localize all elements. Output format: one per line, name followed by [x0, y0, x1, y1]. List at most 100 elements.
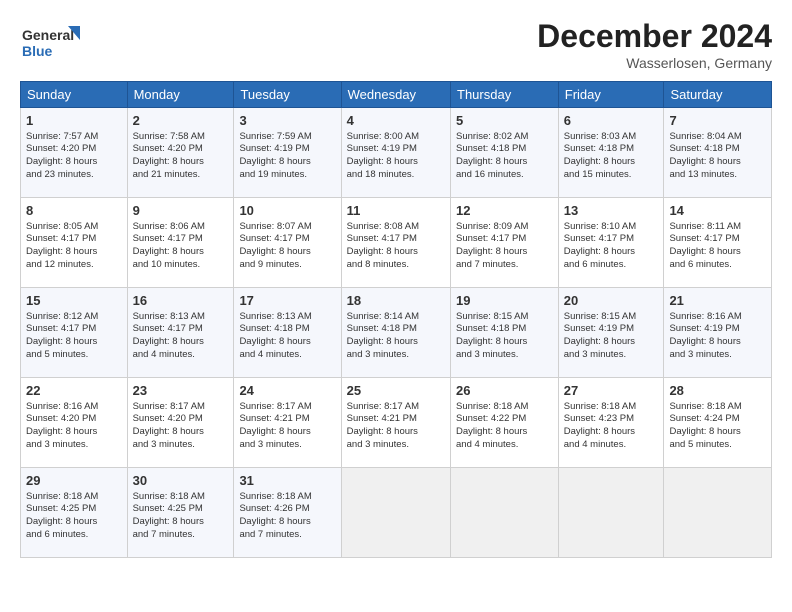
- calendar-cell: 18Sunrise: 8:14 AM Sunset: 4:18 PM Dayli…: [341, 288, 450, 378]
- day-number: 5: [456, 112, 553, 130]
- day-info: Sunrise: 8:15 AM Sunset: 4:18 PM Dayligh…: [456, 311, 553, 362]
- svg-text:Blue: Blue: [22, 43, 53, 59]
- calendar-cell: 29Sunrise: 8:18 AM Sunset: 4:25 PM Dayli…: [21, 468, 128, 558]
- day-info: Sunrise: 8:18 AM Sunset: 4:24 PM Dayligh…: [669, 401, 766, 452]
- day-info: Sunrise: 8:03 AM Sunset: 4:18 PM Dayligh…: [564, 131, 659, 182]
- calendar-cell: 23Sunrise: 8:17 AM Sunset: 4:20 PM Dayli…: [127, 378, 234, 468]
- calendar-cell: 9Sunrise: 8:06 AM Sunset: 4:17 PM Daylig…: [127, 198, 234, 288]
- calendar-cell: [451, 468, 559, 558]
- calendar-cell: 11Sunrise: 8:08 AM Sunset: 4:17 PM Dayli…: [341, 198, 450, 288]
- calendar-cell: 14Sunrise: 8:11 AM Sunset: 4:17 PM Dayli…: [664, 198, 772, 288]
- page: General Blue December 2024 Wasserlosen, …: [0, 0, 792, 612]
- calendar-cell: 13Sunrise: 8:10 AM Sunset: 4:17 PM Dayli…: [558, 198, 664, 288]
- day-info: Sunrise: 8:16 AM Sunset: 4:20 PM Dayligh…: [26, 401, 122, 452]
- day-info: Sunrise: 8:08 AM Sunset: 4:17 PM Dayligh…: [347, 221, 445, 272]
- day-info: Sunrise: 8:12 AM Sunset: 4:17 PM Dayligh…: [26, 311, 122, 362]
- day-info: Sunrise: 8:14 AM Sunset: 4:18 PM Dayligh…: [347, 311, 445, 362]
- calendar-cell: 5Sunrise: 8:02 AM Sunset: 4:18 PM Daylig…: [451, 108, 559, 198]
- calendar-cell: 19Sunrise: 8:15 AM Sunset: 4:18 PM Dayli…: [451, 288, 559, 378]
- calendar-cell: 12Sunrise: 8:09 AM Sunset: 4:17 PM Dayli…: [451, 198, 559, 288]
- day-number: 23: [133, 382, 229, 400]
- calendar-cell: 4Sunrise: 8:00 AM Sunset: 4:19 PM Daylig…: [341, 108, 450, 198]
- day-info: Sunrise: 8:13 AM Sunset: 4:17 PM Dayligh…: [133, 311, 229, 362]
- day-number: 4: [347, 112, 445, 130]
- day-number: 15: [26, 292, 122, 310]
- calendar-week-row: 15Sunrise: 8:12 AM Sunset: 4:17 PM Dayli…: [21, 288, 772, 378]
- day-number: 16: [133, 292, 229, 310]
- day-number: 8: [26, 202, 122, 220]
- day-info: Sunrise: 8:09 AM Sunset: 4:17 PM Dayligh…: [456, 221, 553, 272]
- calendar-cell: 17Sunrise: 8:13 AM Sunset: 4:18 PM Dayli…: [234, 288, 341, 378]
- day-info: Sunrise: 8:02 AM Sunset: 4:18 PM Dayligh…: [456, 131, 553, 182]
- calendar-cell: 6Sunrise: 8:03 AM Sunset: 4:18 PM Daylig…: [558, 108, 664, 198]
- day-number: 2: [133, 112, 229, 130]
- location-subtitle: Wasserlosen, Germany: [537, 55, 772, 71]
- day-info: Sunrise: 8:07 AM Sunset: 4:17 PM Dayligh…: [239, 221, 335, 272]
- calendar-cell: 22Sunrise: 8:16 AM Sunset: 4:20 PM Dayli…: [21, 378, 128, 468]
- day-info: Sunrise: 8:15 AM Sunset: 4:19 PM Dayligh…: [564, 311, 659, 362]
- day-number: 28: [669, 382, 766, 400]
- day-number: 17: [239, 292, 335, 310]
- day-info: Sunrise: 8:13 AM Sunset: 4:18 PM Dayligh…: [239, 311, 335, 362]
- day-number: 13: [564, 202, 659, 220]
- col-friday: Friday: [558, 82, 664, 108]
- calendar-week-row: 1Sunrise: 7:57 AM Sunset: 4:20 PM Daylig…: [21, 108, 772, 198]
- calendar-cell: 3Sunrise: 7:59 AM Sunset: 4:19 PM Daylig…: [234, 108, 341, 198]
- day-info: Sunrise: 7:59 AM Sunset: 4:19 PM Dayligh…: [239, 131, 335, 182]
- day-info: Sunrise: 8:18 AM Sunset: 4:25 PM Dayligh…: [26, 491, 122, 542]
- day-number: 25: [347, 382, 445, 400]
- calendar-cell: 28Sunrise: 8:18 AM Sunset: 4:24 PM Dayli…: [664, 378, 772, 468]
- col-sunday: Sunday: [21, 82, 128, 108]
- calendar-header-row: Sunday Monday Tuesday Wednesday Thursday…: [21, 82, 772, 108]
- day-number: 27: [564, 382, 659, 400]
- day-info: Sunrise: 8:18 AM Sunset: 4:26 PM Dayligh…: [239, 491, 335, 542]
- day-info: Sunrise: 8:06 AM Sunset: 4:17 PM Dayligh…: [133, 221, 229, 272]
- day-number: 7: [669, 112, 766, 130]
- day-info: Sunrise: 7:57 AM Sunset: 4:20 PM Dayligh…: [26, 131, 122, 182]
- col-saturday: Saturday: [664, 82, 772, 108]
- calendar-cell: 1Sunrise: 7:57 AM Sunset: 4:20 PM Daylig…: [21, 108, 128, 198]
- calendar-week-row: 8Sunrise: 8:05 AM Sunset: 4:17 PM Daylig…: [21, 198, 772, 288]
- day-number: 24: [239, 382, 335, 400]
- calendar-cell: 10Sunrise: 8:07 AM Sunset: 4:17 PM Dayli…: [234, 198, 341, 288]
- calendar-cell: 8Sunrise: 8:05 AM Sunset: 4:17 PM Daylig…: [21, 198, 128, 288]
- calendar-cell: 30Sunrise: 8:18 AM Sunset: 4:25 PM Dayli…: [127, 468, 234, 558]
- day-number: 19: [456, 292, 553, 310]
- calendar-cell: 16Sunrise: 8:13 AM Sunset: 4:17 PM Dayli…: [127, 288, 234, 378]
- day-info: Sunrise: 8:18 AM Sunset: 4:22 PM Dayligh…: [456, 401, 553, 452]
- day-number: 1: [26, 112, 122, 130]
- day-number: 10: [239, 202, 335, 220]
- calendar-cell: 15Sunrise: 8:12 AM Sunset: 4:17 PM Dayli…: [21, 288, 128, 378]
- col-thursday: Thursday: [451, 82, 559, 108]
- day-info: Sunrise: 8:18 AM Sunset: 4:25 PM Dayligh…: [133, 491, 229, 542]
- day-number: 21: [669, 292, 766, 310]
- calendar-cell: 20Sunrise: 8:15 AM Sunset: 4:19 PM Dayli…: [558, 288, 664, 378]
- col-wednesday: Wednesday: [341, 82, 450, 108]
- day-info: Sunrise: 8:10 AM Sunset: 4:17 PM Dayligh…: [564, 221, 659, 272]
- day-number: 22: [26, 382, 122, 400]
- month-title: December 2024: [537, 18, 772, 55]
- calendar-cell: 26Sunrise: 8:18 AM Sunset: 4:22 PM Dayli…: [451, 378, 559, 468]
- calendar-week-row: 22Sunrise: 8:16 AM Sunset: 4:20 PM Dayli…: [21, 378, 772, 468]
- day-number: 29: [26, 472, 122, 490]
- calendar-cell: 25Sunrise: 8:17 AM Sunset: 4:21 PM Dayli…: [341, 378, 450, 468]
- day-number: 11: [347, 202, 445, 220]
- logo: General Blue: [20, 18, 80, 68]
- day-info: Sunrise: 8:00 AM Sunset: 4:19 PM Dayligh…: [347, 131, 445, 182]
- header: General Blue December 2024 Wasserlosen, …: [20, 18, 772, 71]
- day-number: 3: [239, 112, 335, 130]
- day-number: 26: [456, 382, 553, 400]
- calendar-week-row: 29Sunrise: 8:18 AM Sunset: 4:25 PM Dayli…: [21, 468, 772, 558]
- calendar-table: Sunday Monday Tuesday Wednesday Thursday…: [20, 81, 772, 558]
- calendar-cell: 27Sunrise: 8:18 AM Sunset: 4:23 PM Dayli…: [558, 378, 664, 468]
- title-block: December 2024 Wasserlosen, Germany: [537, 18, 772, 71]
- day-number: 18: [347, 292, 445, 310]
- calendar-cell: 21Sunrise: 8:16 AM Sunset: 4:19 PM Dayli…: [664, 288, 772, 378]
- col-tuesday: Tuesday: [234, 82, 341, 108]
- day-info: Sunrise: 8:04 AM Sunset: 4:18 PM Dayligh…: [669, 131, 766, 182]
- day-info: Sunrise: 8:17 AM Sunset: 4:21 PM Dayligh…: [239, 401, 335, 452]
- day-info: Sunrise: 8:18 AM Sunset: 4:23 PM Dayligh…: [564, 401, 659, 452]
- calendar-cell: 7Sunrise: 8:04 AM Sunset: 4:18 PM Daylig…: [664, 108, 772, 198]
- logo-icon: General Blue: [20, 18, 80, 68]
- day-number: 9: [133, 202, 229, 220]
